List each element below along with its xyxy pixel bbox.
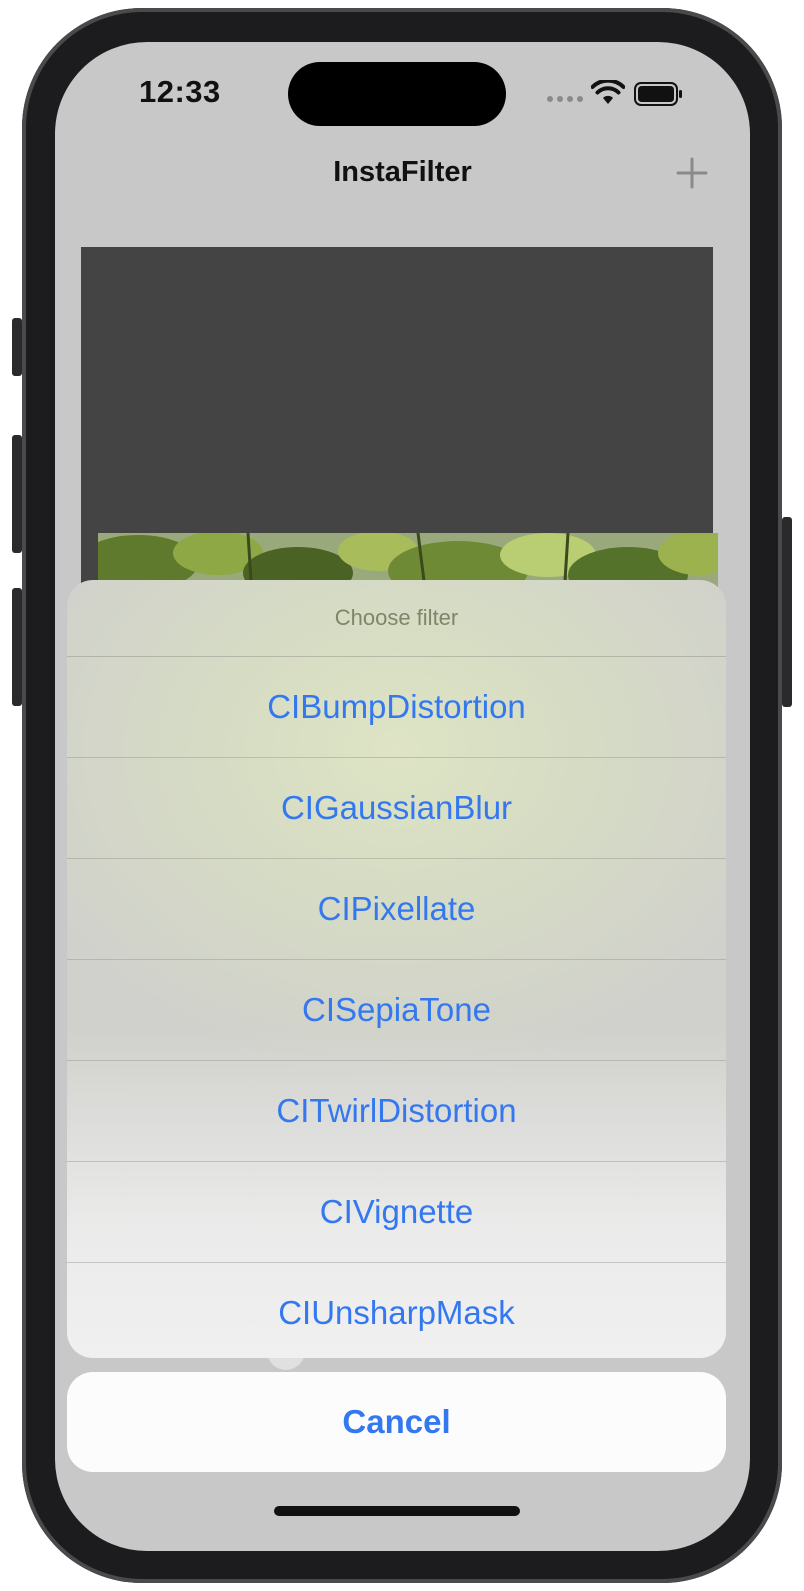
cellular-signal-icon [547,96,583,102]
screen: 12:33 InstaFilter Choose filter CIBumpDi… [55,42,750,1551]
option-vignette[interactable]: CIVignette [67,1162,726,1263]
home-indicator[interactable] [274,1506,520,1516]
plus-icon[interactable] [675,156,709,190]
volume-up-button [12,435,22,553]
status-time: 12:33 [139,74,221,109]
cancel-button[interactable]: Cancel [67,1372,726,1472]
option-twirl-distortion[interactable]: CITwirlDistortion [67,1061,726,1162]
volume-down-button [12,588,22,706]
action-sheet: Choose filter CIBumpDistortion CIGaussia… [67,580,726,1358]
power-button [782,517,792,707]
wifi-icon [591,80,625,104]
option-unsharp-mask[interactable]: CIUnsharpMask [67,1263,726,1358]
option-bump-distortion[interactable]: CIBumpDistortion [67,657,726,758]
battery-icon [634,82,682,106]
option-pixellate[interactable]: CIPixellate [67,859,726,960]
dynamic-island [288,62,506,126]
option-sepia-tone[interactable]: CISepiaTone [67,960,726,1061]
action-button [12,318,22,376]
action-sheet-title: Choose filter [67,580,726,657]
nav-title: InstaFilter [333,156,472,188]
option-gaussian-blur[interactable]: CIGaussianBlur [67,758,726,859]
